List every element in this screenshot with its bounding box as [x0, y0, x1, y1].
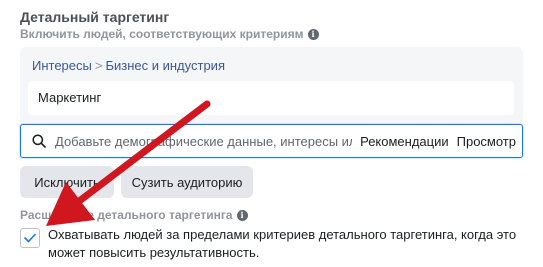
breadcrumb-interests[interactable]: Интересы	[32, 58, 92, 73]
targeting-search-box[interactable]: Рекомендации Просмотр	[20, 124, 523, 158]
search-icon	[32, 134, 46, 148]
breadcrumb-business[interactable]: Бизнес и индустрия	[105, 58, 225, 73]
section-subtitle-text: Включить людей, соответствующих критерия…	[20, 27, 304, 41]
check-icon	[24, 233, 36, 243]
expansion-description: Охватывать людей за пределами критериев …	[48, 227, 517, 260]
breadcrumb: Интересы > Бизнес и индустрия	[32, 58, 225, 73]
info-icon[interactable]: i	[236, 209, 248, 221]
expansion-title-text: Расширение детального таргетинга	[20, 208, 233, 222]
section-title: Детальный таргетинг	[20, 9, 170, 25]
breadcrumb-separator: >	[94, 58, 103, 73]
selected-interest-chip[interactable]: Маркетинг	[28, 81, 514, 115]
exclude-button[interactable]: Исключить	[20, 166, 114, 198]
narrow-audience-button[interactable]: Сузить аудиторию	[121, 166, 253, 198]
recommendations-link[interactable]: Рекомендации	[360, 134, 449, 149]
section-subtitle: Включить людей, соответствующих критерия…	[20, 27, 319, 41]
selected-targeting-panel: Интересы > Бизнес и индустрия Маркетинг	[20, 47, 523, 127]
browse-link[interactable]: Просмотр	[457, 134, 516, 149]
info-icon[interactable]: i	[307, 28, 319, 40]
search-input[interactable]	[55, 133, 353, 149]
expansion-title: Расширение детального таргетинга i	[20, 208, 248, 222]
expansion-checkbox[interactable]	[20, 228, 40, 248]
